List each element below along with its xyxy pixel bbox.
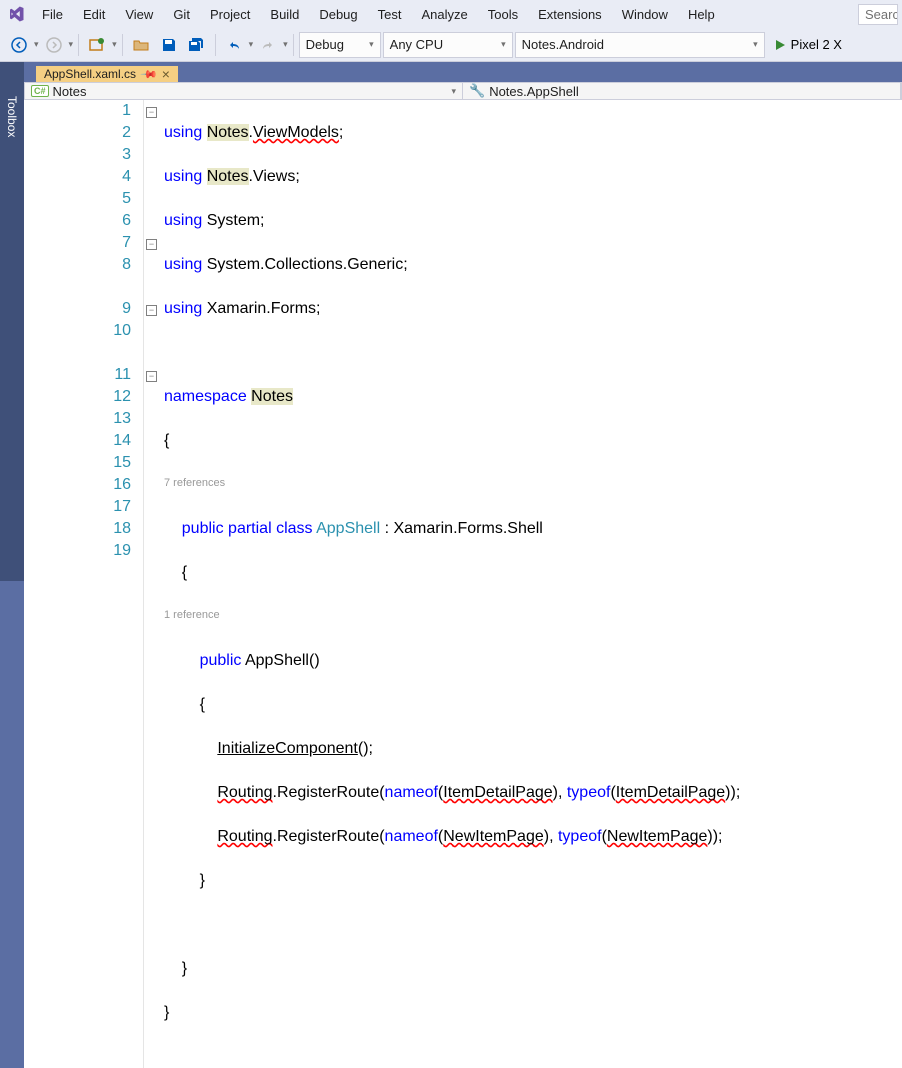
close-icon[interactable]: × — [162, 66, 170, 82]
save-button[interactable] — [156, 32, 182, 58]
config-value: Debug — [306, 37, 344, 52]
platform-value: Any CPU — [390, 37, 443, 52]
start-button[interactable]: Pixel 2 X — [767, 32, 848, 58]
codelens-ctor[interactable]: 1 reference — [164, 604, 220, 626]
fold-toggle[interactable]: − — [146, 107, 157, 118]
new-project-button[interactable] — [84, 32, 110, 58]
menu-tools[interactable]: Tools — [478, 3, 528, 26]
device-label: Pixel 2 X — [791, 37, 842, 52]
fold-column: − − − − — [144, 100, 164, 1068]
target-value: Notes.Android — [522, 37, 604, 52]
play-icon — [773, 38, 787, 52]
open-button[interactable] — [128, 32, 154, 58]
class-icon: 🔧 — [469, 83, 485, 99]
fold-toggle[interactable]: − — [146, 239, 157, 250]
menu-bar: File Edit View Git Project Build Debug T… — [0, 0, 902, 28]
menu-view[interactable]: View — [115, 3, 163, 26]
code-editor[interactable]: 12345678910111213141516171819 − − − − us… — [24, 100, 902, 1068]
vs-logo-icon — [4, 2, 28, 26]
nav-type-label: Notes.AppShell — [489, 84, 579, 99]
menu-edit[interactable]: Edit — [73, 3, 115, 26]
nav-project-dropdown[interactable]: C# Notes ▾ — [25, 83, 463, 99]
fold-toggle[interactable]: − — [146, 371, 157, 382]
toolbox-sidebar[interactable]: Toolbox — [0, 62, 24, 581]
search-input[interactable]: Search — [858, 4, 898, 25]
menu-project[interactable]: Project — [200, 3, 260, 26]
undo-button[interactable] — [221, 32, 247, 58]
tab-appshell[interactable]: AppShell.xaml.cs 📌 × — [36, 66, 178, 82]
redo-button[interactable] — [255, 32, 281, 58]
menu-extensions[interactable]: Extensions — [528, 3, 612, 26]
nav-type-dropdown[interactable]: 🔧 Notes.AppShell — [463, 83, 901, 99]
codelens-class[interactable]: 7 references — [164, 472, 225, 494]
pin-icon[interactable]: 📌 — [139, 65, 158, 84]
back-button[interactable] — [6, 32, 32, 58]
csharp-badge-icon: C# — [31, 85, 49, 97]
fold-toggle[interactable]: − — [146, 305, 157, 316]
editor-zone: AppShell.xaml.cs 📌 × C# Notes ▾ 🔧 Notes.… — [24, 62, 902, 581]
toolbar: ▾ ▾ ▾ ▾ ▾ Debug▾ Any CPU▾ Notes.Android▾… — [0, 28, 902, 62]
menu-analyze[interactable]: Analyze — [411, 3, 477, 26]
menu-help[interactable]: Help — [678, 3, 725, 26]
back-dropdown-icon[interactable]: ▾ — [34, 39, 39, 50]
menu-build[interactable]: Build — [260, 3, 309, 26]
nav-bar: C# Notes ▾ 🔧 Notes.AppShell — [24, 82, 902, 100]
line-gutter: 12345678910111213141516171819 — [24, 100, 144, 1068]
nav-project-label: Notes — [53, 84, 87, 99]
save-all-button[interactable] — [184, 32, 210, 58]
menu-debug[interactable]: Debug — [309, 3, 367, 26]
code-content[interactable]: using Notes.ViewModels; using Notes.View… — [164, 100, 902, 1068]
menu-test[interactable]: Test — [368, 3, 412, 26]
menu-window[interactable]: Window — [612, 3, 678, 26]
undo-dropdown-icon[interactable]: ▾ — [249, 39, 254, 50]
menu-file[interactable]: File — [32, 3, 73, 26]
target-dropdown[interactable]: Notes.Android▾ — [515, 32, 765, 58]
forward-button[interactable] — [41, 32, 67, 58]
tab-bar: AppShell.xaml.cs 📌 × — [24, 66, 902, 82]
tab-title: AppShell.xaml.cs — [44, 67, 136, 81]
config-dropdown[interactable]: Debug▾ — [299, 32, 381, 58]
toolbox-label: Toolbox — [1, 92, 23, 141]
new-dropdown-icon[interactable]: ▾ — [112, 39, 117, 50]
menu-git[interactable]: Git — [163, 3, 200, 26]
forward-dropdown-icon[interactable]: ▾ — [69, 39, 74, 50]
main-area: Toolbox AppShell.xaml.cs 📌 × C# Notes ▾ … — [0, 62, 902, 581]
redo-dropdown-icon[interactable]: ▾ — [283, 39, 288, 50]
platform-dropdown[interactable]: Any CPU▾ — [383, 32, 513, 58]
